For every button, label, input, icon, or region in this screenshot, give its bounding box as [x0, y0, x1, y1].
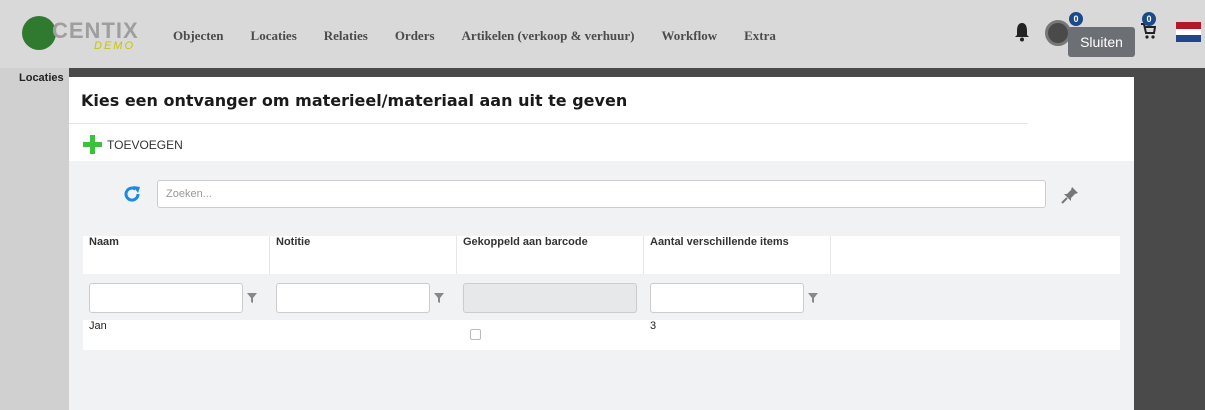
nav-item-relaties[interactable]: Relaties: [324, 28, 368, 44]
column-header-naam[interactable]: Naam: [83, 236, 270, 274]
list-panel: Zoeken... Naam Notitie Gekoppeld aan bar…: [69, 161, 1134, 410]
nav-item-artikelen[interactable]: Artikelen (verkoop & verhuur): [462, 28, 635, 44]
pin-icon[interactable]: [1061, 186, 1079, 204]
table-header: Naam Notitie Gekoppeld aan barcode Aanta…: [83, 236, 1120, 274]
top-navigation: CENTIX DEMO Objecten Locaties Relaties O…: [0, 0, 1205, 68]
sidebar: [0, 68, 69, 410]
nav-item-orders[interactable]: Orders: [395, 28, 435, 44]
filter-aantal-input[interactable]: [650, 283, 804, 313]
logo-mark: [22, 16, 56, 50]
nav-item-workflow[interactable]: Workflow: [661, 28, 717, 44]
add-button-label: TOEVOEGEN: [107, 137, 183, 152]
column-header-barcode[interactable]: Gekoppeld aan barcode: [457, 236, 644, 274]
cell-notitie: [270, 320, 276, 350]
column-header-notitie[interactable]: Notitie: [270, 236, 457, 274]
logo-subtext: DEMO: [94, 40, 135, 52]
filter-icon[interactable]: [808, 293, 818, 303]
nav-item-extra[interactable]: Extra: [744, 28, 776, 44]
modal-title: Kies een ontvanger om materieel/materiaa…: [81, 91, 628, 110]
add-button[interactable]: TOEVOEGEN: [83, 135, 183, 154]
plus-icon: [83, 135, 102, 154]
brand-logo[interactable]: CENTIX DEMO: [22, 14, 162, 54]
barcode-checkbox[interactable]: [470, 329, 481, 340]
sidebar-label: Locaties: [19, 72, 64, 84]
nav-item-locaties[interactable]: Locaties: [251, 28, 297, 44]
main-menu: Objecten Locaties Relaties Orders Artike…: [173, 28, 803, 44]
nav-item-objecten[interactable]: Objecten: [173, 28, 224, 44]
cell-aantal: 3: [650, 320, 657, 332]
bell-icon[interactable]: [1014, 22, 1030, 42]
recipient-modal: Kies een ontvanger om materieel/materiaa…: [69, 77, 1134, 410]
column-header-aantal[interactable]: Aantal verschillende items: [644, 236, 831, 274]
divider: [69, 123, 1028, 124]
filter-naam-input[interactable]: [89, 283, 243, 313]
filter-barcode-input: [463, 283, 637, 313]
language-flag-icon[interactable]: [1176, 22, 1201, 42]
table-row[interactable]: Jan 3: [83, 320, 1120, 350]
filter-notitie-input[interactable]: [276, 283, 430, 313]
cart-badge: 0: [1142, 12, 1156, 26]
filter-icon[interactable]: [247, 293, 257, 303]
search-input[interactable]: Zoeken...: [157, 180, 1046, 208]
filter-row: [83, 274, 1120, 320]
filter-icon[interactable]: [434, 293, 444, 303]
overlay-backdrop: [1134, 68, 1205, 410]
cell-naam: Jan: [89, 320, 107, 332]
refresh-icon[interactable]: [122, 184, 142, 204]
close-button[interactable]: Sluiten: [1068, 27, 1135, 57]
user-notification-badge: 0: [1069, 12, 1083, 26]
